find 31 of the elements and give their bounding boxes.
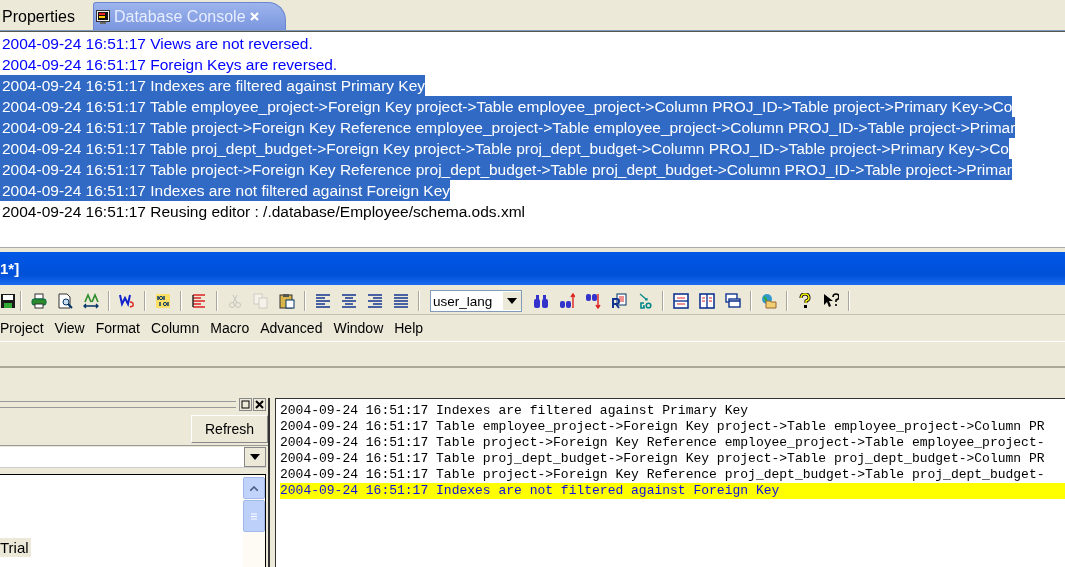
language-dropdown[interactable]: user_lang <box>430 290 522 312</box>
refresh-button[interactable]: Refresh <box>191 415 268 443</box>
console-icon <box>95 9 110 24</box>
menu-item[interactable]: View <box>54 320 85 336</box>
log-line: 2004-09-24 16:51:17 Table proj_dept_budget->Foreign Key project->Table proj_dept_budget->Column PR <box>280 451 1045 467</box>
menu-item[interactable]: Macro <box>210 320 250 336</box>
console-line: 2004-09-24 16:51:17 Foreign Keys are reversed. <box>1 55 338 75</box>
console-line: 2004-09-24 16:51:17 Reusing editor : /.database/Employee/schema.ods.xml <box>1 202 525 222</box>
maximize-button[interactable] <box>239 398 252 411</box>
log-line: 2004-09-24 16:51:17 Table employee_project->Foreign Key project->Table employee_project->Column PR <box>280 419 1045 435</box>
close-button[interactable] <box>253 398 266 411</box>
console-line: 2004-09-24 16:51:17 Views are not reversed. <box>1 34 313 54</box>
menu-item[interactable]: Column <box>151 320 200 336</box>
window-title: 1*] <box>0 260 20 277</box>
menu-item[interactable]: Advanced <box>260 320 323 336</box>
scroll-thumb[interactable] <box>243 500 265 532</box>
log-line: 2004-09-24 16:51:17 Indexes are filtered against Primary Key <box>280 403 749 419</box>
menu-item[interactable]: Project <box>0 320 44 336</box>
log-line: 2004-09-24 16:51:17 Table project->Foreign Key Reference proj_dept_budget->Table proj_dept_budget- <box>280 467 1045 483</box>
list-item[interactable]: Trial <box>0 538 31 557</box>
tab[interactable]: Properties <box>0 3 91 30</box>
scroll-up-button[interactable] <box>243 477 265 499</box>
menu-item[interactable]: Format <box>95 320 140 336</box>
caret-up-icon <box>250 485 258 491</box>
menu-item[interactable]: Window <box>333 320 384 336</box>
grip-handle[interactable] <box>0 401 236 408</box>
scrollbar[interactable] <box>243 475 265 567</box>
dropdown-field[interactable] <box>0 447 266 468</box>
menu-item[interactable]: Help <box>394 320 424 336</box>
log-line: 2004-09-24 16:51:17 Table project->Foreign Key Reference employee_project->Table employee_project- <box>280 435 1045 451</box>
close-icon[interactable] <box>249 12 259 21</box>
